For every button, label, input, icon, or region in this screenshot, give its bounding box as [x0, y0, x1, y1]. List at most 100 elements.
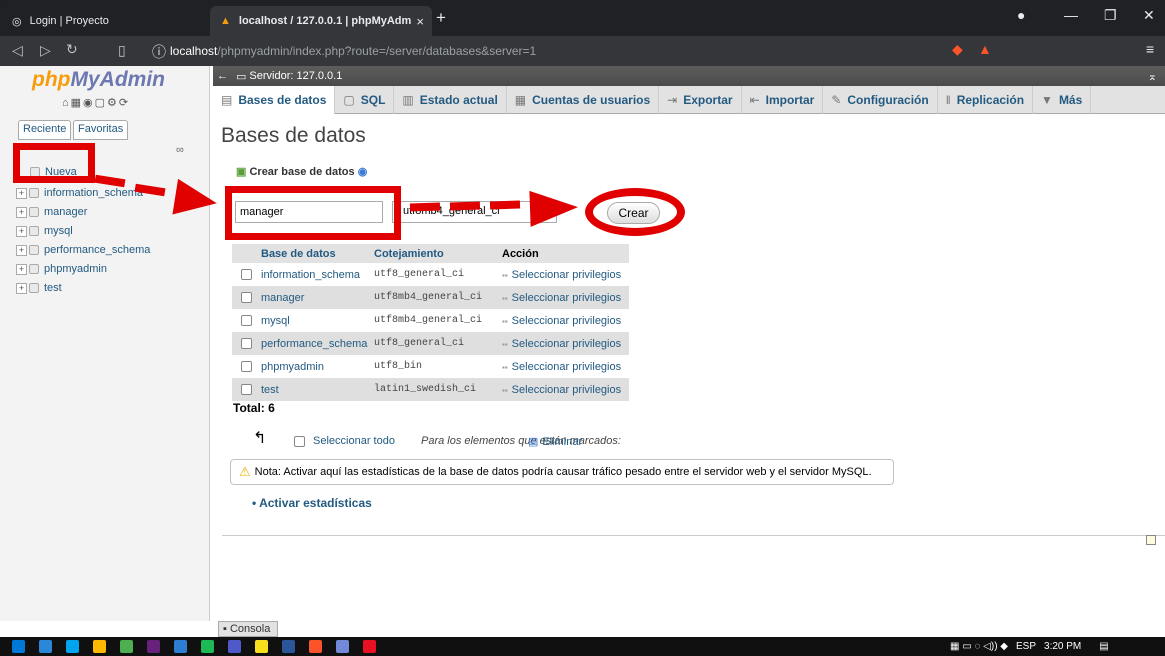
select-all-checkbox[interactable] — [294, 435, 305, 447]
maximize-icon[interactable]: ❐ — [1104, 7, 1117, 24]
notice-text: Nota: Activar aquí las estadísticas de l… — [254, 466, 872, 478]
activate-statistics-link[interactable]: • Activar estadísticas — [252, 496, 372, 510]
tab-databases[interactable]: ▤ Bases de datos — [213, 86, 336, 114]
taskbar-app-icon[interactable] — [201, 640, 214, 653]
console-tab[interactable]: ▪ Consola — [218, 621, 278, 637]
phpmyadmin-logo[interactable]: phpMyAdmin — [32, 68, 165, 92]
expand-icon[interactable]: + — [16, 187, 27, 199]
close-window-icon[interactable]: ✕ — [1143, 7, 1155, 24]
bookmark-icon[interactable]: ▯ — [118, 42, 126, 59]
help-icon[interactable]: ◉ — [358, 166, 368, 178]
row-checkbox[interactable] — [241, 269, 252, 280]
select-privileges-link[interactable]: ▪▪ Seleccionar privilegios — [502, 384, 629, 396]
header-database[interactable]: Base de datos — [261, 248, 374, 260]
select-all-label[interactable]: Seleccionar todo — [313, 435, 395, 447]
taskbar-app-icon[interactable] — [174, 640, 187, 653]
url-field[interactable]: localhost/phpmyadmin/index.php?route=/se… — [170, 41, 940, 61]
collapse-icon[interactable]: ← — [217, 70, 228, 82]
taskbar-app-icon[interactable] — [12, 640, 25, 653]
taskbar-app-icon[interactable] — [39, 640, 52, 653]
taskbar-app-icon[interactable] — [255, 640, 268, 653]
taskbar-app-icon[interactable] — [66, 640, 79, 653]
tab-export[interactable]: ⇥ Exportar — [659, 86, 742, 114]
brave-shield-icon[interactable]: ◆ — [952, 41, 963, 58]
row-checkbox[interactable] — [241, 315, 252, 326]
taskbar-app-icon[interactable] — [309, 640, 322, 653]
tab-status[interactable]: ▥ Estado actual — [394, 86, 507, 114]
sidebar-db-item[interactable]: + performance_schema — [16, 241, 150, 259]
taskbar-app-icon[interactable] — [93, 640, 106, 653]
annotation-arrow — [409, 202, 441, 212]
forward-icon[interactable]: ▷ — [40, 42, 51, 59]
tray-icons[interactable]: ▦ ▭ ◌ ◁)) ◆ — [950, 641, 1008, 652]
link-icon[interactable]: ∞ — [176, 144, 184, 156]
delete-button[interactable]: ▤ Eliminar — [528, 435, 582, 448]
sidebar-db-item[interactable]: + test — [16, 279, 62, 297]
database-name-link[interactable]: mysql — [261, 315, 374, 327]
taskbar-app-icon[interactable] — [120, 640, 133, 653]
taskbar-app-icon[interactable] — [363, 640, 376, 653]
notification-icon[interactable]: ▤ — [1099, 641, 1108, 652]
scroll-indicator[interactable] — [1146, 535, 1156, 545]
tab-recent[interactable]: Reciente — [18, 120, 72, 140]
taskbar-app-icon[interactable] — [228, 640, 241, 653]
reload-icon[interactable]: ↻ — [66, 41, 78, 58]
server-label[interactable]: Servidor: 127.0.0.1 — [249, 70, 342, 82]
expand-icon[interactable]: + — [16, 225, 27, 237]
table-row: mysql utf8mb4_general_ci ▪▪ Seleccionar pri… — [232, 309, 629, 332]
row-checkbox[interactable] — [241, 384, 252, 395]
row-checkbox[interactable] — [241, 292, 252, 303]
database-name-link[interactable]: phpmyadmin — [261, 361, 374, 373]
select-privileges-link[interactable]: ▪▪ Seleccionar privilegios — [502, 338, 629, 350]
header-collation[interactable]: Cotejamiento — [374, 248, 502, 260]
row-checkbox[interactable] — [241, 361, 252, 372]
taskbar-app-icon[interactable] — [282, 640, 295, 653]
tab-replication[interactable]: ‖ Replicación — [938, 86, 1034, 114]
tab-settings[interactable]: ✎ Configuración — [823, 86, 938, 114]
browser-tab-active[interactable]: ▲ localhost / 127.0.0.1 | phpMyAdm × — [210, 6, 432, 36]
expand-icon[interactable]: + — [16, 282, 27, 294]
logo-myadmin: MyAdmin — [70, 68, 165, 91]
new-tab-icon[interactable]: + — [436, 8, 446, 28]
expand-icon[interactable]: + — [16, 244, 27, 256]
tab-more[interactable]: ▼ Más — [1033, 86, 1092, 114]
select-privileges-link[interactable]: ▪▪ Seleccionar privilegios — [502, 269, 629, 281]
minimize-icon[interactable]: — — [1064, 7, 1078, 23]
rewards-icon[interactable]: ▲ — [978, 41, 992, 57]
database-name-link[interactable]: manager — [261, 292, 374, 304]
expand-icon[interactable]: + — [16, 206, 27, 218]
select-privileges-link[interactable]: ▪▪ Seleccionar privilegios — [502, 292, 629, 304]
tab-import[interactable]: ⇤ Importar — [742, 86, 824, 114]
database-name-link[interactable]: performance_schema — [261, 338, 374, 350]
taskbar-app-icon[interactable] — [336, 640, 349, 653]
language-indicator[interactable]: ESP — [1016, 641, 1036, 652]
row-checkbox[interactable] — [241, 338, 252, 349]
tab-favorites[interactable]: Favoritas — [73, 120, 129, 140]
database-name-link[interactable]: information_schema — [261, 269, 374, 281]
clock[interactable]: 3:20 PM — [1044, 641, 1081, 652]
page-title: Bases de datos — [221, 124, 366, 147]
tab-sql[interactable]: ▢ SQL — [335, 86, 395, 114]
collapse-top-icon[interactable]: ⌅ — [1148, 70, 1157, 83]
close-tab-icon[interactable]: × — [416, 14, 424, 29]
create-database-label[interactable]: ▣ Crear base de datos ◉ — [236, 165, 367, 178]
taskbar-app-icon[interactable] — [147, 640, 160, 653]
sidebar-db-item[interactable]: + manager — [16, 203, 87, 221]
database-name-link[interactable]: test — [261, 384, 374, 396]
tab-user-accounts[interactable]: ▦ Cuentas de usuarios — [507, 86, 660, 114]
table-row: phpmyadmin utf8_bin ▪▪ Seleccionar privileg… — [232, 355, 629, 378]
expand-icon[interactable]: + — [16, 263, 27, 275]
menu-icon[interactable]: ≡ — [1146, 41, 1154, 57]
sidebar-db-item[interactable]: + mysql — [16, 222, 73, 240]
profile-icon[interactable]: ● — [1017, 7, 1025, 23]
select-all[interactable]: Seleccionar todo — [294, 435, 395, 447]
browser-tab[interactable]: ◎ Login | Proyecto — [2, 6, 208, 36]
select-privileges-link[interactable]: ▪▪ Seleccionar privilegios — [502, 361, 629, 373]
back-icon[interactable]: ◁ — [12, 42, 23, 59]
select-privileges-link[interactable]: ▪▪ Seleccionar privilegios — [502, 315, 629, 327]
sidebar-item-label: manager — [44, 206, 88, 218]
sidebar-toolbar-icons[interactable]: ⌂▦◉▢⚙⟳ — [62, 96, 130, 109]
database-icon — [29, 283, 39, 293]
tab-label: Configuración — [847, 93, 929, 107]
sidebar-db-item[interactable]: + phpmyadmin — [16, 260, 107, 278]
